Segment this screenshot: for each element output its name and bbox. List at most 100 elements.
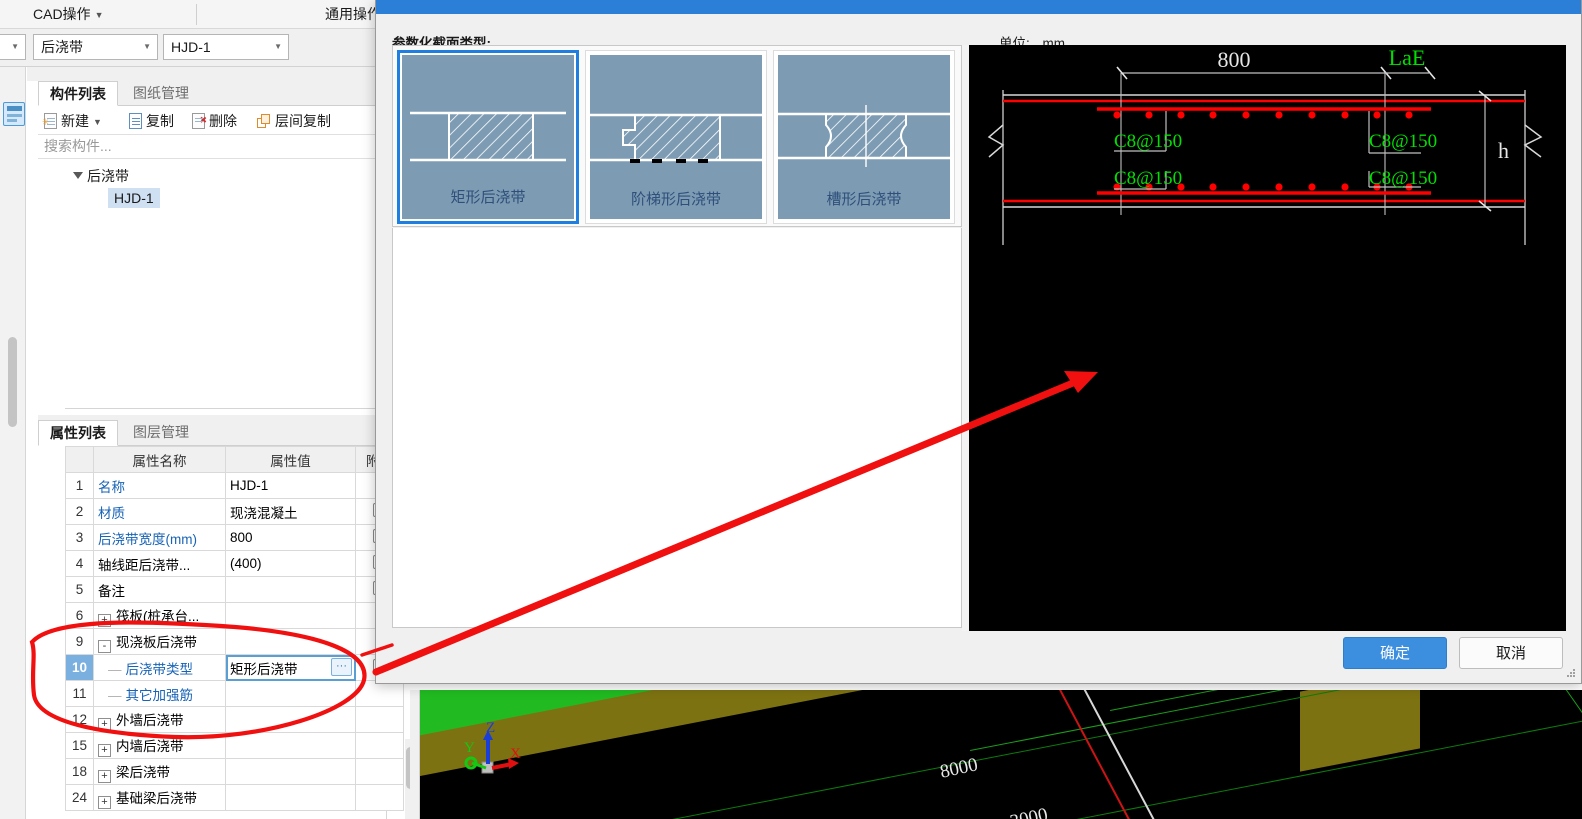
table-row[interactable]: 15 + 内墙后浇带 bbox=[65, 732, 404, 759]
property-name-cell[interactable]: 轴线距后浇带... bbox=[93, 550, 226, 577]
property-value-cell[interactable] bbox=[225, 784, 356, 811]
rail-scrollbar[interactable] bbox=[8, 337, 17, 427]
section-type-dialog: 参数化截面类型: 单位: mm 矩形后浇带 阶梯形后浇带 槽形后浇带 800 L… bbox=[375, 0, 1582, 684]
copy-component-label: 复制 bbox=[146, 113, 174, 129]
tab-property-list[interactable]: 属性列表 bbox=[38, 420, 118, 446]
ribbon-group-general-label: 通用操作 bbox=[325, 6, 381, 22]
copy-component-button[interactable]: 复制 bbox=[129, 110, 174, 132]
cad-preview-scrollbar[interactable] bbox=[962, 45, 969, 631]
viewport-3d[interactable]: 8000 8980 3000 Z X Y bbox=[410, 690, 1582, 819]
copy-between-floors-label: 层间复制 bbox=[275, 113, 331, 129]
component-name-combo[interactable]: HJD-1 ▼ bbox=[163, 34, 289, 60]
table-row[interactable]: 9- 现浇板后浇带 bbox=[65, 628, 404, 655]
additional-cell bbox=[355, 680, 404, 707]
dimension-label-8000: 8000 bbox=[938, 754, 980, 783]
expander-icon[interactable]: + bbox=[98, 769, 111, 783]
floor-combo[interactable]: ▼ bbox=[0, 34, 26, 60]
table-row[interactable]: 1 名称 HJD-1 bbox=[65, 472, 404, 499]
tree-branch-icon: — bbox=[108, 687, 122, 703]
section-thumb-rectangular[interactable]: 矩形后浇带 bbox=[397, 50, 579, 224]
table-row[interactable]: 10— 后浇带类型 矩形后浇带 ··· bbox=[65, 654, 404, 681]
cancel-button[interactable]: 取消 bbox=[1459, 637, 1563, 669]
property-name-cell[interactable]: 名称 bbox=[93, 472, 226, 499]
component-panel: 构件列表 图纸管理 ✳ 新建 ▼ 复制 ✖ 删除 层间复制 搜索构件... 后浇… bbox=[27, 67, 416, 819]
section-thumb-rectangular-caption: 矩形后浇带 bbox=[450, 189, 526, 206]
section-thumb-stepped[interactable]: 阶梯形后浇带 bbox=[585, 50, 767, 224]
expander-icon[interactable]: - bbox=[98, 639, 111, 653]
property-name-label: 筏板(桩承台... bbox=[116, 608, 200, 624]
property-name-cell[interactable]: + 外墙后浇带 bbox=[93, 706, 226, 733]
ribbon-group-general[interactable]: 通用操作 bbox=[325, 0, 381, 28]
table-row[interactable]: 3 后浇带宽度(mm) 800 bbox=[65, 524, 404, 551]
expander-icon[interactable]: + bbox=[98, 613, 111, 627]
expander-icon[interactable]: + bbox=[98, 795, 111, 809]
property-value-cell[interactable] bbox=[225, 732, 356, 759]
property-name-cell[interactable]: — 其它加强筋 bbox=[93, 680, 226, 707]
copy-between-floors-button[interactable]: 层间复制 bbox=[257, 110, 331, 132]
property-value-cell[interactable] bbox=[225, 758, 356, 785]
grid-line bbox=[1559, 690, 1582, 819]
tab-drawing-management[interactable]: 图纸管理 bbox=[122, 81, 200, 106]
delete-component-label: 删除 bbox=[209, 113, 237, 129]
svg-text:LaE: LaE bbox=[1389, 45, 1426, 70]
property-value-cell[interactable]: 800 bbox=[225, 524, 356, 551]
table-row[interactable]: 18 + 梁后浇带 bbox=[65, 758, 404, 785]
table-row[interactable]: 4 轴线距后浇带... (400) bbox=[65, 550, 404, 577]
col-property-value: 属性值 bbox=[225, 446, 356, 473]
component-type-combo[interactable]: 后浇带 ▼ bbox=[33, 34, 158, 60]
property-name-cell[interactable]: + 筏板(桩承台... bbox=[93, 602, 226, 629]
expander-icon[interactable]: + bbox=[98, 743, 111, 757]
property-name-cell[interactable]: — 后浇带类型 bbox=[93, 654, 226, 681]
section-thumb-grooved[interactable]: 槽形后浇带 bbox=[773, 50, 955, 224]
chevron-down-icon: ▼ bbox=[94, 10, 104, 21]
new-component-label: 新建 bbox=[61, 113, 89, 129]
row-index: 10 bbox=[65, 654, 94, 681]
dialog-title-bar[interactable] bbox=[376, 0, 1581, 14]
table-row[interactable]: 5 备注 bbox=[65, 576, 404, 603]
table-row[interactable]: 11— 其它加强筋 bbox=[65, 680, 404, 707]
row-index: 9 bbox=[65, 628, 94, 655]
property-value-cell[interactable] bbox=[225, 706, 356, 733]
property-value-cell[interactable]: (400) bbox=[225, 550, 356, 577]
property-name-cell[interactable]: - 现浇板后浇带 bbox=[93, 628, 226, 655]
table-row[interactable]: 2 材质 现浇混凝土 bbox=[65, 498, 404, 525]
tree-node-root[interactable]: 后浇带 bbox=[73, 166, 129, 186]
open-section-dialog-button[interactable]: ··· bbox=[331, 658, 352, 676]
property-name-cell[interactable]: 后浇带宽度(mm) bbox=[93, 524, 226, 551]
property-name-cell[interactable]: + 基础梁后浇带 bbox=[93, 784, 226, 811]
ribbon-group-cad[interactable]: CAD操作 ▼ bbox=[33, 0, 103, 28]
section-thumb-stepped-caption: 阶梯形后浇带 bbox=[630, 191, 721, 208]
row-index: 5 bbox=[65, 576, 94, 603]
property-value-cell[interactable] bbox=[225, 680, 356, 707]
viewport-scrollbar[interactable] bbox=[410, 690, 420, 819]
properties-panel-toggle-icon[interactable] bbox=[3, 102, 25, 126]
new-component-button[interactable]: ✳ 新建 ▼ bbox=[42, 110, 102, 132]
property-name-cell[interactable]: + 梁后浇带 bbox=[93, 758, 226, 785]
property-value-cell[interactable]: 现浇混凝土 bbox=[225, 498, 356, 525]
resize-grip[interactable] bbox=[1566, 669, 1576, 679]
property-value-cell[interactable]: 矩形后浇带 ··· bbox=[225, 654, 356, 681]
table-row[interactable]: 12 + 外墙后浇带 bbox=[65, 706, 404, 733]
table-row[interactable]: 6 + 筏板(桩承台... bbox=[65, 602, 404, 629]
property-value-cell[interactable]: HJD-1 bbox=[225, 472, 356, 499]
ok-button[interactable]: 确定 bbox=[1343, 637, 1447, 669]
property-name-cell[interactable]: + 内墙后浇带 bbox=[93, 732, 226, 759]
property-name-label: 后浇带类型 bbox=[125, 661, 194, 677]
property-value-cell[interactable] bbox=[225, 628, 356, 655]
tab-layer-management[interactable]: 图层管理 bbox=[122, 420, 200, 446]
grid-line bbox=[660, 690, 1582, 819]
tree-node-hjd1[interactable]: HJD-1 bbox=[108, 188, 160, 208]
property-value-cell[interactable] bbox=[225, 602, 356, 629]
property-value-cell[interactable] bbox=[225, 576, 356, 603]
panel-header-strip bbox=[27, 67, 387, 81]
svg-text:800: 800 bbox=[1218, 47, 1251, 72]
expander-icon[interactable]: + bbox=[98, 717, 111, 731]
table-row[interactable]: 24 + 基础梁后浇带 bbox=[65, 784, 404, 811]
tab-component-list[interactable]: 构件列表 bbox=[38, 81, 118, 106]
property-name-cell[interactable]: 材质 bbox=[93, 498, 226, 525]
search-input[interactable]: 搜索构件... bbox=[38, 135, 387, 159]
cad-preview[interactable]: 800 LaE C8@150 C8@150 C8@150 C8@150 h bbox=[969, 45, 1566, 631]
property-name-cell[interactable]: 备注 bbox=[93, 576, 226, 603]
svg-text:h: h bbox=[1498, 138, 1509, 163]
delete-component-button[interactable]: ✖ 删除 bbox=[192, 110, 237, 132]
